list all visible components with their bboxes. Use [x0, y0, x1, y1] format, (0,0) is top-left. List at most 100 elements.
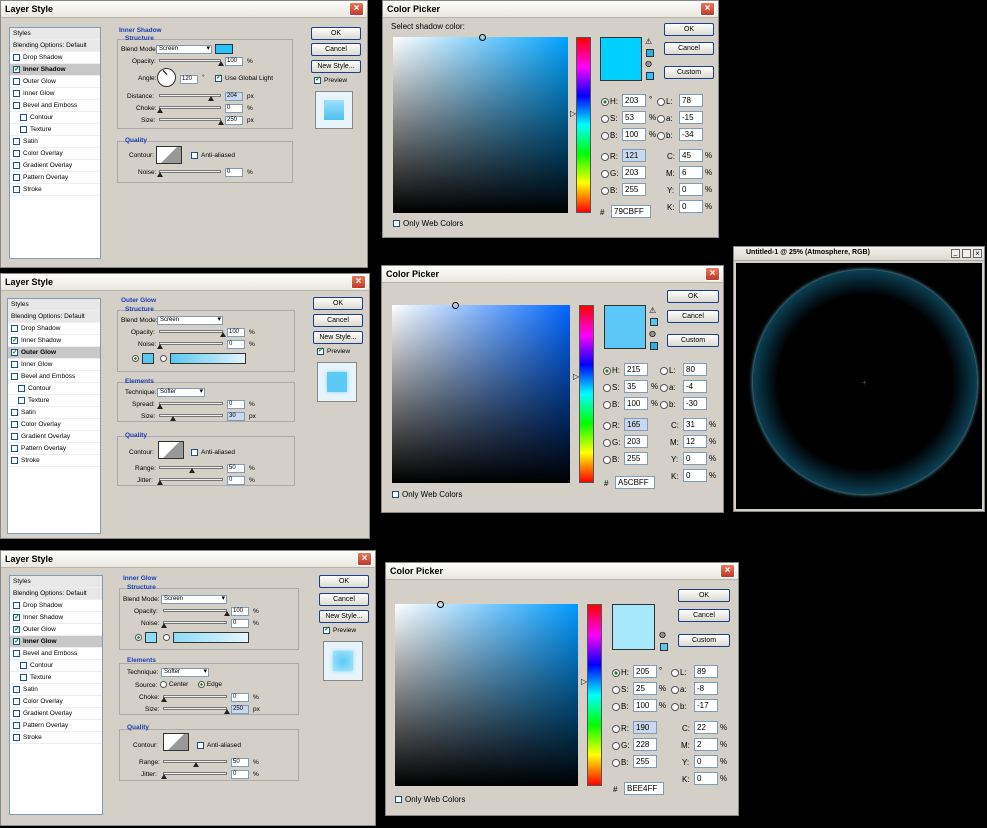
style-outer-glow[interactable]: Outer Glow [10, 76, 100, 88]
a-input[interactable]: -4 [683, 380, 707, 393]
web-swatch[interactable] [650, 342, 658, 350]
s-input[interactable]: 53 [622, 111, 646, 124]
title-bar[interactable]: Color Picker × [382, 266, 723, 283]
a-input[interactable]: -15 [679, 111, 703, 124]
cancel-button[interactable]: Cancel [664, 42, 714, 55]
custom-button[interactable]: Custom [678, 634, 730, 647]
document-title-bar[interactable]: Untitled-1 @ 25% (Atmosphere, RGB) _ × [734, 247, 984, 261]
opacity-slider[interactable] [163, 609, 230, 616]
g-radio[interactable]: G: [601, 169, 618, 178]
close-button[interactable]: × [349, 2, 364, 16]
a-radio[interactable]: a: [660, 383, 676, 392]
ok-button[interactable]: OK [667, 290, 719, 303]
s-radio[interactable]: S: [603, 383, 620, 392]
range-input[interactable]: 50 [227, 464, 245, 473]
cancel-button[interactable]: Cancel [313, 314, 363, 327]
blend-mode-select[interactable]: Screen [161, 595, 227, 604]
size-slider[interactable] [159, 414, 223, 421]
r-radio[interactable]: R: [603, 421, 620, 430]
range-slider[interactable] [159, 466, 223, 473]
title-bar[interactable]: Layer Style × [1, 274, 369, 291]
choke-slider[interactable] [157, 106, 221, 113]
gamut-swatch[interactable] [650, 318, 658, 326]
style-pattern-overlay[interactable]: Pattern Overlay [10, 172, 100, 184]
only-web-colors-checkbox[interactable]: Only Web Colors [395, 795, 465, 804]
a-radio[interactable]: a: [671, 685, 687, 694]
ok-button[interactable]: OK [678, 589, 730, 602]
preview-checkbox[interactable]: Preview [314, 75, 347, 84]
color-field[interactable] [393, 34, 568, 213]
size-input[interactable]: 250 [225, 116, 243, 125]
b-input[interactable]: 100 [624, 397, 648, 410]
r-input[interactable]: 190 [633, 721, 657, 734]
new-style-button[interactable]: New Style... [313, 331, 363, 344]
y-input[interactable]: 0 [679, 183, 703, 196]
style-inner-glow[interactable]: Inner Glow [10, 636, 102, 648]
lab-b-input[interactable]: -30 [683, 397, 707, 410]
opacity-slider[interactable] [159, 330, 226, 337]
custom-button[interactable]: Custom [664, 66, 714, 79]
contour-picker[interactable] [163, 733, 189, 751]
b-input[interactable]: 100 [633, 699, 657, 712]
solid-color-radio[interactable] [135, 634, 142, 641]
contour-picker[interactable] [158, 441, 184, 459]
l-radio[interactable]: L: [657, 97, 673, 106]
only-web-colors-checkbox[interactable]: Only Web Colors [392, 490, 462, 499]
k-input[interactable]: 0 [679, 200, 703, 213]
technique-select[interactable]: Softer [157, 388, 205, 397]
glow-color-swatch[interactable] [145, 632, 157, 643]
style-inner-glow[interactable]: Inner Glow [10, 88, 100, 100]
opacity-input[interactable]: 100 [231, 607, 249, 616]
cancel-button[interactable]: Cancel [678, 609, 730, 622]
ok-button[interactable]: OK [319, 575, 369, 588]
canvas[interactable]: + [736, 263, 982, 509]
close-button[interactable]: × [351, 275, 366, 289]
web-cube-icon[interactable]: ◍ [649, 329, 656, 338]
blue-radio[interactable]: B: [612, 758, 629, 767]
s-input[interactable]: 35 [624, 380, 648, 393]
range-input[interactable]: 50 [231, 758, 249, 767]
style-drop-shadow[interactable]: Drop Shadow [10, 52, 100, 64]
b-input[interactable]: 100 [622, 128, 646, 141]
style-stroke[interactable]: Stroke [10, 184, 100, 196]
l-input[interactable]: 80 [683, 363, 707, 376]
l-radio[interactable]: L: [671, 668, 687, 677]
preview-checkbox[interactable]: Preview [317, 346, 350, 355]
y-input[interactable]: 0 [683, 452, 707, 465]
b-radio[interactable]: B: [603, 400, 620, 409]
title-bar[interactable]: Color Picker × [386, 563, 738, 580]
h-input[interactable]: 205 [633, 665, 657, 678]
jitter-slider[interactable] [157, 478, 223, 485]
choke-input[interactable]: 0 [231, 693, 249, 702]
blue-radio[interactable]: B: [603, 455, 620, 464]
noise-slider[interactable] [157, 342, 223, 349]
use-global-light[interactable]: Use Global Light [215, 73, 273, 82]
glow-color-swatch[interactable] [142, 353, 154, 364]
styles-header[interactable]: Styles [10, 28, 100, 40]
ok-button[interactable]: OK [664, 23, 714, 36]
lab-b-radio[interactable]: b: [657, 131, 673, 140]
hue-slider[interactable] [576, 37, 591, 213]
a-radio[interactable]: a: [657, 114, 673, 123]
h-input[interactable]: 215 [624, 363, 648, 376]
blending-options[interactable]: Blending Options: Default [10, 40, 100, 52]
m-input[interactable]: 12 [683, 435, 707, 448]
opacity-input[interactable]: 100 [227, 328, 245, 337]
ok-button[interactable]: OK [311, 27, 361, 40]
size-slider[interactable] [159, 118, 224, 125]
gradient-radio[interactable] [160, 355, 167, 362]
close-button[interactable]: × [973, 249, 982, 258]
s-input[interactable]: 25 [633, 682, 657, 695]
style-texture[interactable]: Texture [10, 124, 100, 136]
noise-input[interactable]: 0 [227, 340, 245, 349]
size-input[interactable]: 30 [227, 412, 245, 421]
size-slider[interactable] [163, 707, 230, 714]
choke-slider[interactable] [161, 695, 227, 702]
h-input[interactable]: 203 [622, 94, 646, 107]
blue-radio[interactable]: B: [601, 186, 618, 195]
r-input[interactable]: 121 [622, 149, 646, 162]
new-style-button[interactable]: New Style... [311, 60, 361, 73]
minimize-button[interactable]: _ [951, 249, 960, 258]
m-input[interactable]: 2 [694, 738, 718, 751]
c-input[interactable]: 31 [683, 418, 707, 431]
